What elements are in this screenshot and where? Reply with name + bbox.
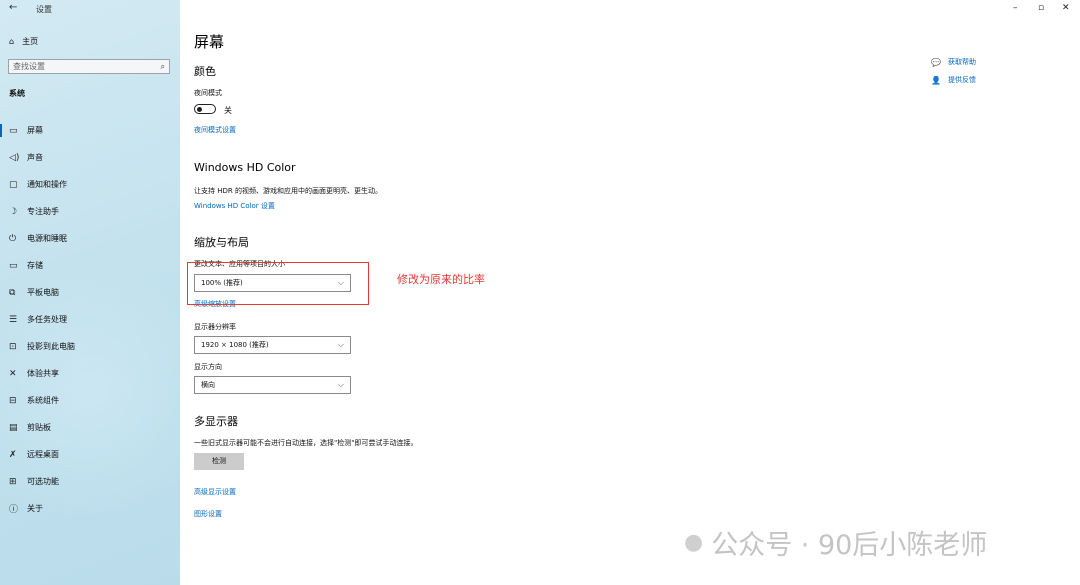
feedback-label: 提供反馈 bbox=[947, 76, 976, 84]
sidebar-item-projecting[interactable]: ⊡ 投影到此电脑 bbox=[0, 333, 180, 360]
sidebar-item-label: 远程桌面 bbox=[27, 450, 59, 459]
sidebar-item-multitasking[interactable]: ☰ 多任务处理 bbox=[0, 306, 180, 333]
page-title: 屏幕 bbox=[194, 33, 225, 51]
resolution-dropdown[interactable]: 1920 × 1080 (推荐) ⌵ bbox=[194, 336, 351, 354]
sidebar-item-label: 平板电脑 bbox=[27, 288, 59, 297]
orientation-label: 显示方向 bbox=[194, 363, 222, 371]
projector-icon: ⊡ bbox=[9, 341, 17, 352]
info-icon: ⓘ bbox=[9, 505, 19, 515]
app-title: 设置 bbox=[36, 5, 52, 14]
tablet-icon: ⧉ bbox=[9, 287, 16, 298]
title-bar: ← 设置 bbox=[0, 0, 180, 18]
sidebar-item-label: 通知和操作 bbox=[27, 180, 67, 189]
search-input[interactable]: 查找设置 ⌕ bbox=[8, 59, 170, 74]
chevron-down-icon: ⌵ bbox=[337, 380, 344, 389]
remote-desktop-icon: ✗ bbox=[9, 449, 17, 460]
sidebar-item-clipboard[interactable]: ▤ 剪贴板 bbox=[0, 414, 180, 441]
sidebar-item-label: 体验共享 bbox=[27, 369, 59, 378]
home-label: 主页 bbox=[22, 37, 39, 46]
scale-layout-heading: 缩放与布局 bbox=[194, 236, 249, 249]
annotation-text: 修改为原来的比率 bbox=[397, 273, 485, 286]
wechat-icon: ● bbox=[684, 530, 704, 555]
get-help-link[interactable]: 💬 获取帮助 bbox=[931, 57, 976, 67]
orientation-value: 横向 bbox=[201, 381, 215, 389]
hdr-settings-link[interactable]: Windows HD Color 设置 bbox=[194, 201, 275, 211]
sidebar-item-notifications[interactable]: ▢ 通知和操作 bbox=[0, 171, 180, 198]
sidebar-item-label: 关于 bbox=[27, 504, 43, 513]
sidebar-item-label: 屏幕 bbox=[27, 126, 43, 135]
sidebar-nav: ▭ 屏幕 ◁) 声音 ▢ 通知和操作 ☽ 专注助手 ⏻ 电源和睡眠 ▭ 存储 ⧉… bbox=[0, 117, 180, 522]
annotation-box bbox=[187, 262, 369, 305]
night-mode-label: 夜间模式 bbox=[194, 89, 222, 97]
color-heading: 颜色 bbox=[194, 65, 216, 78]
toggle-state-label: 关 bbox=[224, 106, 232, 115]
resolution-value: 1920 × 1080 (推荐) bbox=[201, 341, 269, 349]
sidebar: ← 设置 ⌂ 主页 查找设置 ⌕ 系统 ▭ 屏幕 ◁) 声音 ▢ 通知和操作 ☽… bbox=[0, 0, 180, 585]
sidebar-item-tablet[interactable]: ⧉ 平板电脑 bbox=[0, 279, 180, 306]
get-help-label: 获取帮助 bbox=[947, 58, 976, 66]
restore-button[interactable]: ▫ bbox=[1038, 3, 1044, 13]
power-icon: ⏻ bbox=[9, 233, 17, 244]
hdr-description: 让支持 HDR 的视频、游戏和应用中的画面更明亮、更生动。 bbox=[194, 187, 382, 195]
share-icon: ✕ bbox=[9, 368, 17, 379]
moon-icon: ☽ bbox=[9, 206, 18, 217]
sidebar-item-remote-desktop[interactable]: ✗ 远程桌面 bbox=[0, 441, 180, 468]
minimize-button[interactable]: – bbox=[1013, 3, 1018, 13]
close-button[interactable]: ✕ bbox=[1062, 3, 1070, 13]
clipboard-icon: ▤ bbox=[9, 422, 18, 433]
search-placeholder: 查找设置 bbox=[13, 62, 45, 71]
detect-button[interactable]: 检测 bbox=[194, 453, 244, 470]
advanced-display-link[interactable]: 高级显示设置 bbox=[194, 487, 236, 497]
home-icon: ⌂ bbox=[9, 37, 15, 46]
chat-icon: 💬 bbox=[931, 57, 941, 67]
components-icon: ⊟ bbox=[9, 395, 17, 406]
sidebar-item-system-components[interactable]: ⊟ 系统组件 bbox=[0, 387, 180, 414]
search-icon[interactable]: ⌕ bbox=[161, 60, 165, 73]
home-link[interactable]: ⌂ 主页 bbox=[9, 36, 38, 47]
graphics-settings-link[interactable]: 图形设置 bbox=[194, 509, 222, 519]
sidebar-item-label: 剪贴板 bbox=[27, 423, 51, 432]
multitasking-icon: ☰ bbox=[9, 314, 18, 325]
sidebar-item-focus-assist[interactable]: ☽ 专注助手 bbox=[0, 198, 180, 225]
chevron-down-icon: ⌵ bbox=[337, 340, 344, 349]
sidebar-item-label: 可选功能 bbox=[27, 477, 59, 486]
orientation-dropdown[interactable]: 横向 ⌵ bbox=[194, 376, 351, 394]
sidebar-item-storage[interactable]: ▭ 存储 bbox=[0, 252, 180, 279]
feedback-link[interactable]: 👤 提供反馈 bbox=[931, 75, 976, 85]
night-mode-settings-link[interactable]: 夜间模式设置 bbox=[194, 125, 236, 135]
sidebar-item-shared-experiences[interactable]: ✕ 体验共享 bbox=[0, 360, 180, 387]
watermark: ● 公众号 · 90后小陈老师 bbox=[684, 523, 987, 562]
sidebar-item-optional-features[interactable]: ⊞ 可选功能 bbox=[0, 468, 180, 495]
speaker-icon: ◁) bbox=[9, 152, 20, 163]
display-icon: ▭ bbox=[9, 125, 18, 136]
night-mode-toggle[interactable] bbox=[194, 104, 216, 114]
resolution-label: 显示器分辨率 bbox=[194, 323, 236, 331]
person-icon: 👤 bbox=[931, 75, 941, 85]
sidebar-item-label: 专注助手 bbox=[27, 207, 59, 216]
watermark-text: 公众号 · 90后小陈老师 bbox=[711, 530, 988, 561]
sidebar-item-label: 存储 bbox=[27, 261, 43, 270]
sidebar-item-label: 电源和睡眠 bbox=[27, 234, 67, 243]
sidebar-item-display[interactable]: ▭ 屏幕 bbox=[0, 117, 180, 144]
hdr-heading: Windows HD Color bbox=[194, 161, 296, 174]
storage-icon: ▭ bbox=[9, 260, 18, 271]
section-label-system: 系统 bbox=[9, 89, 25, 98]
back-button[interactable]: ← bbox=[9, 2, 17, 13]
sidebar-item-label: 多任务处理 bbox=[27, 315, 67, 324]
notification-icon: ▢ bbox=[9, 179, 18, 190]
sidebar-item-label: 系统组件 bbox=[27, 396, 59, 405]
multi-display-description: 一些旧式显示器可能不会进行自动连接，选择"检测"即可尝试手动连接。 bbox=[194, 439, 418, 447]
sidebar-item-power-sleep[interactable]: ⏻ 电源和睡眠 bbox=[0, 225, 180, 252]
sidebar-item-sound[interactable]: ◁) 声音 bbox=[0, 144, 180, 171]
sidebar-item-about[interactable]: ⓘ 关于 bbox=[0, 495, 180, 522]
sidebar-item-label: 投影到此电脑 bbox=[27, 342, 75, 351]
sidebar-item-label: 声音 bbox=[27, 153, 43, 162]
grid-icon: ⊞ bbox=[9, 476, 17, 487]
multi-display-heading: 多显示器 bbox=[194, 415, 238, 428]
